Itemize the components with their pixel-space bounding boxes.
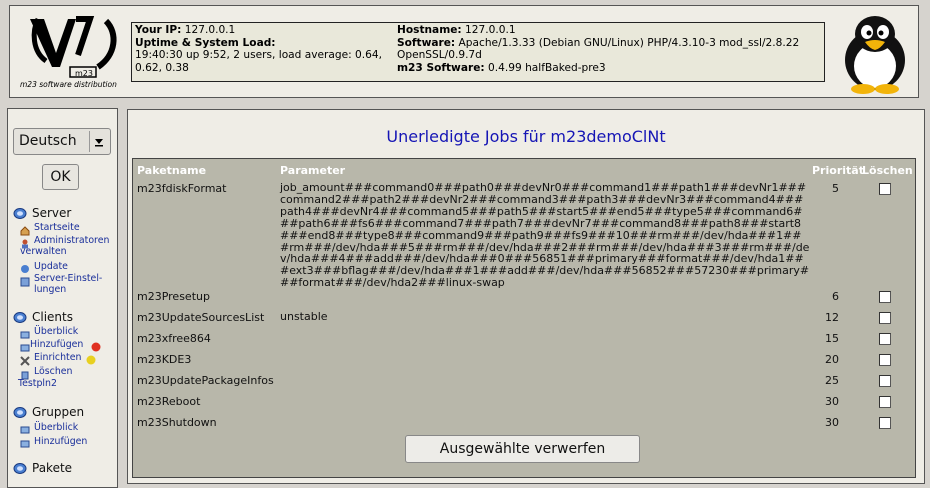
delete-checkbox[interactable] — [879, 183, 891, 195]
section-clients[interactable]: Clients — [13, 310, 73, 324]
row-priority: 6 — [832, 290, 839, 303]
home-icon — [20, 221, 30, 236]
row-param: job_amount###command0###path0###devNr0##… — [280, 181, 810, 290]
link-administratoren[interactable]: Administratoren — [34, 235, 109, 246]
section-clients-title: Clients — [32, 310, 73, 324]
groups-add-icon — [20, 434, 30, 448]
m23-version-label: m23 Software: — [397, 61, 485, 74]
header-bar: m23 m23 software distribution Your IP: 1… — [9, 5, 919, 98]
add-client-icon — [20, 338, 30, 352]
software-label: Software: — [397, 36, 456, 49]
hostname-value: 127.0.0.1 — [465, 24, 516, 36]
overview-icon — [20, 325, 30, 339]
row-priority: 20 — [825, 353, 839, 366]
link-update[interactable]: Update — [34, 261, 68, 272]
row-name: m23Reboot — [137, 395, 201, 408]
uptime-label: Uptime & System Load: — [135, 36, 276, 49]
link-clients-hinzufuegen[interactable]: Hinzufügen — [30, 339, 83, 350]
groups-overview-icon — [20, 420, 30, 434]
link-server-einstellungen-cont[interactable]: lungen — [34, 284, 66, 295]
col-header-param: Parameter — [280, 164, 346, 177]
row-name: m23xfree864 — [137, 332, 211, 345]
col-header-priority: Priorität — [812, 164, 864, 177]
ip-value: 127.0.0.1 — [184, 24, 236, 36]
row-priority: 15 — [825, 332, 839, 345]
link-clients-einrichten[interactable]: Einrichten — [34, 352, 81, 363]
settings-icon — [20, 272, 30, 287]
ip-label: Your IP: — [135, 24, 182, 36]
ok-button[interactable]: OK — [42, 164, 79, 190]
clients-icon — [13, 311, 27, 323]
link-client-testpln2[interactable]: Testpln2 — [18, 378, 57, 389]
hostname-label: Hostname: — [397, 24, 462, 36]
delete-checkbox[interactable] — [879, 396, 891, 408]
link-groups-hinzufuegen[interactable]: Hinzufügen — [34, 436, 87, 447]
delete-icon — [20, 365, 30, 380]
section-server[interactable]: Server — [13, 206, 71, 220]
row-priority: 5 — [832, 182, 839, 195]
discard-selected-button[interactable]: Ausgewählte verwerfen — [405, 435, 640, 463]
delete-checkbox[interactable] — [879, 291, 891, 303]
m23-version-value: 0.4.99 halfBaked-pre3 — [488, 61, 606, 74]
system-info-box: Your IP: 127.0.0.1 Uptime & System Load:… — [131, 22, 825, 82]
logo-caption: m23 software distribution — [20, 80, 117, 89]
section-server-title: Server — [32, 206, 72, 220]
row-priority: 30 — [825, 395, 839, 408]
row-priority: 30 — [825, 416, 839, 429]
row-priority: 12 — [825, 311, 839, 324]
setup-tools-icon — [20, 351, 30, 366]
language-select[interactable]: Deutsch — [13, 128, 111, 155]
section-packages-title: Pakete — [32, 461, 73, 475]
link-verwalten[interactable]: verwalten — [20, 246, 67, 257]
tux-penguin-icon — [838, 12, 912, 94]
row-param: unstable — [280, 310, 328, 323]
row-name: m23UpdateSourcesList — [137, 311, 265, 324]
section-groups-title: Gruppen — [32, 405, 85, 419]
link-groups-ueberblick[interactable]: Überblick — [34, 422, 78, 433]
link-clients-loeschen[interactable]: Löschen — [34, 366, 72, 377]
language-select-value: Deutsch — [19, 133, 77, 149]
yellow-status-icon — [86, 350, 96, 365]
server-icon — [13, 207, 27, 219]
main-panel: Unerledigte Jobs für m23demoClNt Paketna… — [127, 109, 925, 484]
red-status-icon — [91, 337, 101, 352]
packages-icon — [13, 462, 27, 474]
row-name: m23fdiskFormat — [137, 182, 227, 195]
admin-icon — [20, 234, 30, 249]
svg-text:m23: m23 — [75, 69, 93, 78]
link-startseite[interactable]: Startseite — [34, 222, 80, 233]
jobs-table: Paketname Parameter Priorität Löschen m2… — [132, 158, 916, 478]
uptime-value: 19:40:30 up 9:52, 2 users, load average:… — [135, 49, 383, 74]
page-title: Unerledigte Jobs für m23demoClNt — [386, 127, 666, 146]
delete-checkbox[interactable] — [879, 354, 891, 366]
row-name: m23Shutdown — [137, 416, 217, 429]
section-groups[interactable]: Gruppen — [13, 405, 84, 419]
row-name: m23UpdatePackageInfos — [137, 374, 274, 387]
software-value: Apache/1.3.33 (Debian GNU/Linux) PHP/4.3… — [397, 36, 800, 62]
link-clients-ueberblick[interactable]: Überblick — [34, 326, 78, 337]
row-name: m23Presetup — [137, 290, 210, 303]
link-server-einstellungen[interactable]: Server-Einstel- — [34, 273, 102, 284]
sidebar: Deutsch OK Server Startseite Administrat… — [7, 108, 118, 488]
delete-checkbox[interactable] — [879, 312, 891, 324]
dropdown-arrow-icon[interactable] — [89, 131, 108, 152]
delete-checkbox[interactable] — [879, 417, 891, 429]
update-icon — [20, 259, 30, 273]
delete-checkbox[interactable] — [879, 375, 891, 387]
col-header-name: Paketname — [137, 164, 207, 177]
section-packages[interactable]: Pakete — [13, 461, 72, 475]
groups-icon — [13, 406, 27, 418]
row-name: m23KDE3 — [137, 353, 192, 366]
row-priority: 25 — [825, 374, 839, 387]
delete-checkbox[interactable] — [879, 333, 891, 345]
col-header-delete: Löschen — [862, 164, 913, 177]
